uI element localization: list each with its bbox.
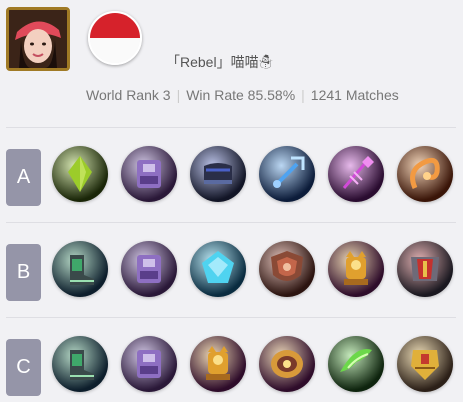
golden-idol-icon[interactable] [190, 336, 246, 392]
golden-shield-icon[interactable] [259, 336, 315, 392]
player-avatar[interactable] [6, 7, 70, 71]
flame-whip-icon[interactable] [397, 146, 453, 202]
build-row-b: B [0, 241, 463, 301]
purple-armor-icon[interactable] [121, 241, 177, 297]
build-row-a: A [0, 146, 463, 206]
green-boots-icon[interactable] [52, 336, 108, 392]
red-chestplate-icon[interactable] [397, 241, 453, 297]
purple-armor-icon[interactable] [121, 336, 177, 392]
player-stats: World Rank 3 | Win Rate 85.58% | 1241 Ma… [86, 87, 405, 103]
dark-boots-icon[interactable] [190, 146, 246, 202]
green-wing-blade-icon[interactable] [328, 336, 384, 392]
tier-badge: B [6, 244, 41, 301]
section-divider [6, 317, 456, 318]
win-rate: Win Rate 85.58% [186, 87, 296, 103]
red-shield-icon[interactable] [259, 241, 315, 297]
section-divider [6, 127, 456, 128]
tier-badge: C [6, 339, 41, 396]
green-boots-icon[interactable] [52, 241, 108, 297]
build-row-c: C [0, 336, 463, 396]
green-crystal-icon[interactable] [52, 146, 108, 202]
blue-gem-icon[interactable] [190, 241, 246, 297]
blue-trident-icon[interactable] [259, 146, 315, 202]
magenta-staff-icon[interactable] [328, 146, 384, 202]
indonesia-flag-icon [88, 11, 142, 65]
player-header: 「Rebel」喵喵☃ World Rank 3 | Win Rate 85.58… [0, 0, 463, 120]
purple-armor-icon[interactable] [121, 146, 177, 202]
golden-armor-icon[interactable] [397, 336, 453, 392]
match-count: 1241 Matches [310, 87, 399, 103]
tier-badge: A [6, 149, 41, 206]
player-name: 「Rebel」喵喵☃ [166, 54, 273, 70]
golden-idol-icon[interactable] [328, 241, 384, 297]
section-divider [6, 222, 456, 223]
world-rank: World Rank 3 [86, 87, 171, 103]
